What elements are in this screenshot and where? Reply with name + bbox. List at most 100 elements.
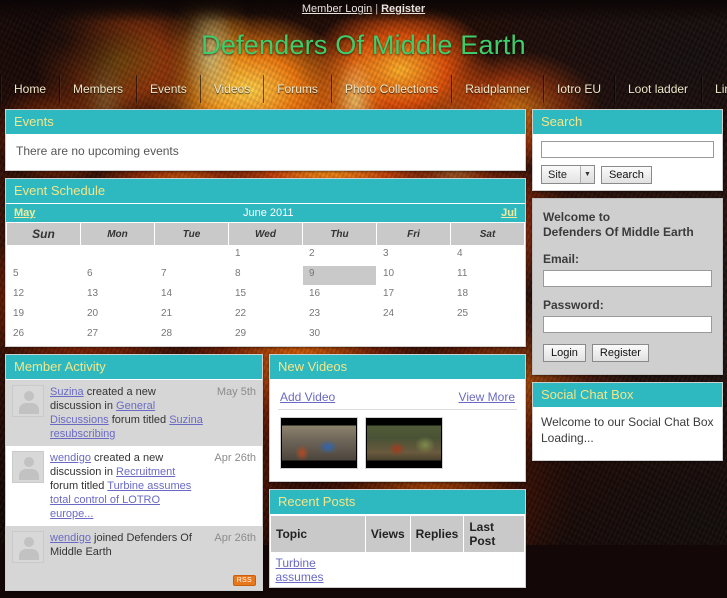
activity-text: Suzina created a new discussion in Gener… (50, 386, 203, 440)
post-topic-link[interactable]: Turbine assumes (276, 556, 324, 584)
calendar-day-26[interactable]: 26 (6, 325, 81, 346)
search-button[interactable]: Search (600, 165, 652, 184)
post-views-cell (365, 553, 410, 588)
calendar-day-3[interactable]: 3 (376, 245, 451, 266)
password-field[interactable] (543, 316, 712, 333)
activity-forum-link[interactable]: Recruitment (116, 466, 175, 478)
calendar-body: 1 2 3 4 5 6 7 8 9 10 11 12 13 14 15 16 17 18 19 20 21 22 23 24 2… (6, 245, 525, 346)
calendar-week-row: 1234 (6, 245, 525, 266)
calendar-day-25[interactable]: 25 (450, 305, 525, 326)
events-panel: Events There are no upcoming events (5, 109, 526, 171)
calendar-day-18[interactable]: 18 (450, 285, 525, 306)
calendar-day-11[interactable]: 11 (450, 265, 525, 286)
calendar-day-8[interactable]: 8 (228, 265, 303, 286)
activity-topic-link[interactable]: Turbine assumes total control of LOTRO e… (50, 480, 191, 520)
topbar-separator: | (375, 3, 379, 15)
register-button[interactable]: Register (591, 344, 649, 362)
calendar-day-13[interactable]: 13 (80, 285, 155, 306)
calendar-day-28[interactable]: 28 (154, 325, 229, 346)
activity-text: wendigo created a new discussion in Recr… (50, 452, 192, 520)
calendar-day-4[interactable]: 4 (450, 245, 525, 266)
nav-item-members[interactable]: Members (60, 75, 138, 103)
calendar-day-9[interactable]: 9 (302, 265, 377, 286)
calendar-day-29[interactable]: 29 (228, 325, 303, 346)
recent-posts-title: Recent Posts (270, 490, 525, 515)
table-row: Turbine assumes (271, 553, 525, 588)
nav-item-raidplanner[interactable]: Raidplanner (452, 75, 544, 103)
recent-posts-header-row: Topic Views Replies Last Post (270, 515, 525, 553)
calendar-prev-month-link[interactable]: May (14, 207, 35, 219)
calendar-day-16[interactable]: 16 (302, 285, 377, 306)
calendar-weekday-wed: Wed (228, 222, 303, 246)
chat-loading-line: Loading... (541, 431, 594, 445)
calendar-day-21[interactable]: 21 (154, 305, 229, 326)
chat-welcome-line: Welcome to our Social Chat Box (541, 415, 714, 429)
register-link[interactable]: Register (381, 3, 425, 15)
post-topic-cell: Turbine assumes (271, 553, 366, 588)
calendar-nav: May June 2011 Jul (6, 204, 525, 222)
search-scope-select[interactable]: Site ▼ (541, 165, 595, 184)
nav-item-forums[interactable]: Forums (264, 75, 332, 103)
calendar-day-1[interactable]: 1 (228, 245, 303, 266)
event-schedule-panel: Event Schedule May June 2011 Jul Sun Mon… (5, 178, 526, 347)
calendar-day-empty (450, 325, 525, 346)
search-input[interactable] (541, 141, 714, 158)
nav-item-videos[interactable]: Videos (201, 75, 265, 103)
activity-user-link[interactable]: Suzina (50, 386, 84, 398)
calendar-day-14[interactable]: 14 (154, 285, 229, 306)
email-label: Email: (543, 252, 580, 266)
view-more-videos-link[interactable]: View More (459, 390, 515, 404)
activity-item: wendigo joined Defenders Of Middle Earth… (6, 526, 262, 568)
login-button[interactable]: Login (543, 344, 586, 362)
search-panel: Search Site ▼ Search (532, 109, 723, 191)
password-label: Password: (543, 298, 604, 312)
post-replies-cell (410, 553, 464, 588)
calendar-day-empty (376, 325, 451, 346)
nav-item-photo-collections[interactable]: Photo Collections (332, 75, 453, 103)
activity-forum-link[interactable]: General Discussions (50, 400, 155, 426)
nav-item-events[interactable]: Events (137, 75, 201, 103)
member-login-link[interactable]: Member Login (302, 3, 372, 15)
nav-item-loot-ladder[interactable]: Loot ladder (615, 75, 703, 103)
calendar-day-27[interactable]: 27 (80, 325, 155, 346)
calendar-day-empty (6, 245, 81, 266)
calendar-day-6[interactable]: 6 (80, 265, 155, 286)
login-welcome: Welcome to Defenders Of Middle Earth (543, 210, 712, 240)
video-thumbnail-1[interactable] (280, 417, 358, 469)
event-schedule-title: Event Schedule (6, 179, 525, 204)
search-panel-title: Search (533, 110, 722, 135)
calendar-weekday-mon: Mon (80, 222, 155, 246)
site-title: Defenders Of Middle Earth (201, 30, 526, 60)
calendar-day-12[interactable]: 12 (6, 285, 81, 306)
recent-posts-col-views: Views (364, 515, 411, 553)
social-chat-panel: Social Chat Box Welcome to our Social Ch… (532, 382, 723, 461)
activity-user-link[interactable]: wendigo (50, 532, 91, 544)
calendar-week-row: 19 20 21 22 23 24 25 (6, 305, 525, 326)
rss-icon[interactable]: RSS (232, 575, 256, 586)
calendar-day-7[interactable]: 7 (154, 265, 229, 286)
video-thumbnail-2[interactable] (365, 417, 443, 469)
avatar (12, 451, 44, 483)
calendar-day-30[interactable]: 30 (302, 325, 377, 346)
calendar-week-row: 26 27 28 29 30 (6, 325, 525, 346)
calendar-day-20[interactable]: 20 (80, 305, 155, 326)
calendar-table: Sun Mon Tue Wed Thu Fri Sat 1 2 3 4 5 6 7 8 9 10 1… (6, 222, 525, 346)
calendar-weekday-sun: Sun (6, 222, 81, 246)
calendar-day-22[interactable]: 22 (228, 305, 303, 326)
calendar-day-5[interactable]: 5 (6, 265, 81, 286)
calendar-day-15[interactable]: 15 (228, 285, 303, 306)
calendar-day-2[interactable]: 2 (302, 245, 377, 266)
add-video-link[interactable]: Add Video (280, 390, 335, 404)
calendar-day-24[interactable]: 24 (376, 305, 451, 326)
calendar-day-10[interactable]: 10 (376, 265, 451, 286)
calendar-day-19[interactable]: 19 (6, 305, 81, 326)
calendar-day-17[interactable]: 17 (376, 285, 451, 306)
member-activity-panel: Member Activity Suzina created a new dis… (5, 354, 263, 591)
email-field[interactable] (543, 270, 712, 287)
nav-item-lotro-eu[interactable]: Iotro EU (544, 75, 615, 103)
calendar-next-month-link[interactable]: Jul (501, 207, 517, 219)
activity-user-link[interactable]: wendigo (50, 452, 91, 464)
nav-item-links[interactable]: Links (702, 75, 727, 103)
calendar-day-23[interactable]: 23 (302, 305, 377, 326)
nav-item-home[interactable]: Home (0, 75, 61, 103)
